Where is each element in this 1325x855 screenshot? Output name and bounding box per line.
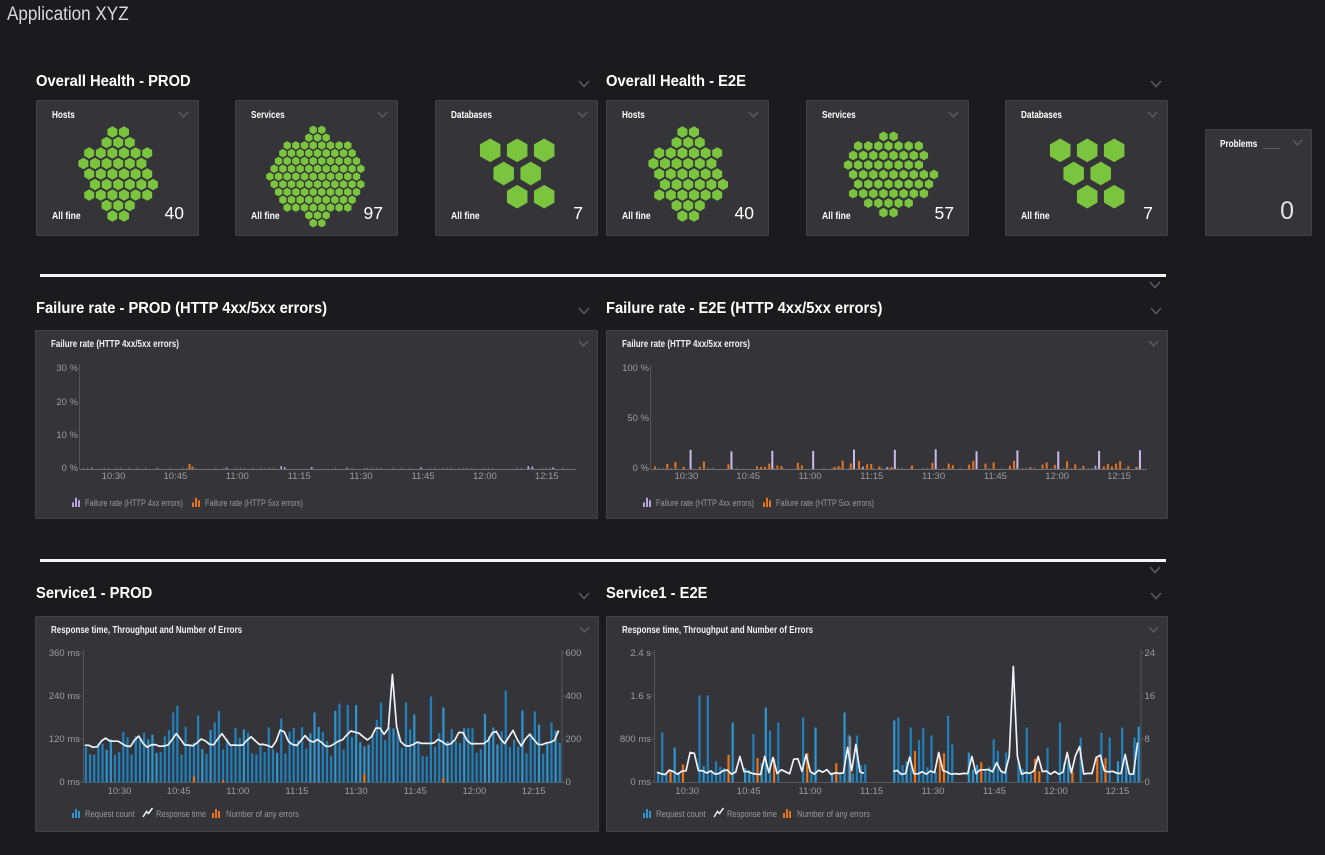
svg-text:Request count: Request count <box>85 809 135 820</box>
svg-text:12:00: 12:00 <box>463 786 487 797</box>
svg-text:10:30: 10:30 <box>675 786 699 797</box>
svg-text:0 %: 0 % <box>62 463 79 474</box>
svg-text:11:00: 11:00 <box>798 471 821 482</box>
svg-text:Response time: Response time <box>156 809 206 820</box>
svg-text:11:15: 11:15 <box>288 471 311 482</box>
svg-text:12:15: 12:15 <box>1107 471 1131 482</box>
svg-text:11:45: 11:45 <box>404 786 427 797</box>
svg-text:10:45: 10:45 <box>737 786 761 797</box>
svg-text:11:45: 11:45 <box>983 786 1006 797</box>
svg-text:11:30: 11:30 <box>921 786 944 797</box>
svg-text:11:00: 11:00 <box>799 786 822 797</box>
svg-text:Failure rate (HTTP 5xx errors): Failure rate (HTTP 5xx errors) <box>205 498 303 509</box>
svg-text:11:45: 11:45 <box>984 471 1007 482</box>
svg-text:12:00: 12:00 <box>473 471 497 482</box>
svg-text:0 ms: 0 ms <box>630 777 651 788</box>
svg-text:10:30: 10:30 <box>675 471 699 482</box>
svg-text:11:45: 11:45 <box>411 471 434 482</box>
svg-text:16: 16 <box>1145 691 1156 702</box>
svg-text:30 %: 30 % <box>56 363 78 374</box>
svg-text:0 ms: 0 ms <box>59 777 80 788</box>
svg-text:12:15: 12:15 <box>1106 786 1130 797</box>
svg-text:11:00: 11:00 <box>226 786 249 797</box>
svg-text:12:00: 12:00 <box>1045 471 1069 482</box>
svg-text:10:30: 10:30 <box>102 471 126 482</box>
svg-text:200: 200 <box>566 734 582 745</box>
svg-text:11:30: 11:30 <box>350 471 373 482</box>
svg-text:Failure rate (HTTP 4xx errors): Failure rate (HTTP 4xx errors) <box>656 498 754 509</box>
svg-text:12:15: 12:15 <box>535 471 559 482</box>
svg-text:0: 0 <box>566 777 571 788</box>
svg-text:10 %: 10 % <box>56 430 78 441</box>
svg-text:11:30: 11:30 <box>345 786 368 797</box>
svg-text:Number of any errors: Number of any errors <box>226 809 299 820</box>
svg-text:11:00: 11:00 <box>226 471 249 482</box>
svg-text:10:30: 10:30 <box>108 786 132 797</box>
svg-text:800 ms: 800 ms <box>620 734 651 745</box>
svg-text:10:45: 10:45 <box>164 471 188 482</box>
svg-text:600: 600 <box>566 648 582 659</box>
svg-text:24: 24 <box>1145 648 1156 659</box>
svg-text:0: 0 <box>1145 777 1150 788</box>
svg-text:50 %: 50 % <box>627 413 649 424</box>
svg-text:11:15: 11:15 <box>860 786 883 797</box>
svg-text:240 ms: 240 ms <box>49 691 80 702</box>
svg-text:Failure rate (HTTP 5xx errors): Failure rate (HTTP 5xx errors) <box>776 498 874 509</box>
svg-text:120 ms: 120 ms <box>49 734 80 745</box>
svg-text:Number of any errors: Number of any errors <box>797 809 870 820</box>
svg-text:360 ms: 360 ms <box>49 648 80 659</box>
svg-text:100 %: 100 % <box>622 363 649 374</box>
svg-text:Request count: Request count <box>656 809 706 820</box>
svg-text:11:15: 11:15 <box>860 471 883 482</box>
svg-text:400: 400 <box>566 691 582 702</box>
svg-text:Response time: Response time <box>727 809 777 820</box>
svg-text:11:15: 11:15 <box>285 786 308 797</box>
svg-text:10:45: 10:45 <box>736 471 760 482</box>
svg-text:1.6 s: 1.6 s <box>630 691 651 702</box>
svg-text:2.4 s: 2.4 s <box>630 648 651 659</box>
svg-text:10:45: 10:45 <box>167 786 191 797</box>
svg-text:Failure rate (HTTP 4xx errors): Failure rate (HTTP 4xx errors) <box>85 498 183 509</box>
svg-text:12:15: 12:15 <box>522 786 546 797</box>
svg-text:11:30: 11:30 <box>922 471 945 482</box>
svg-text:12:00: 12:00 <box>1044 786 1068 797</box>
svg-text:20 %: 20 % <box>56 397 78 408</box>
svg-text:8: 8 <box>1145 734 1150 745</box>
svg-text:0 %: 0 % <box>633 463 650 474</box>
